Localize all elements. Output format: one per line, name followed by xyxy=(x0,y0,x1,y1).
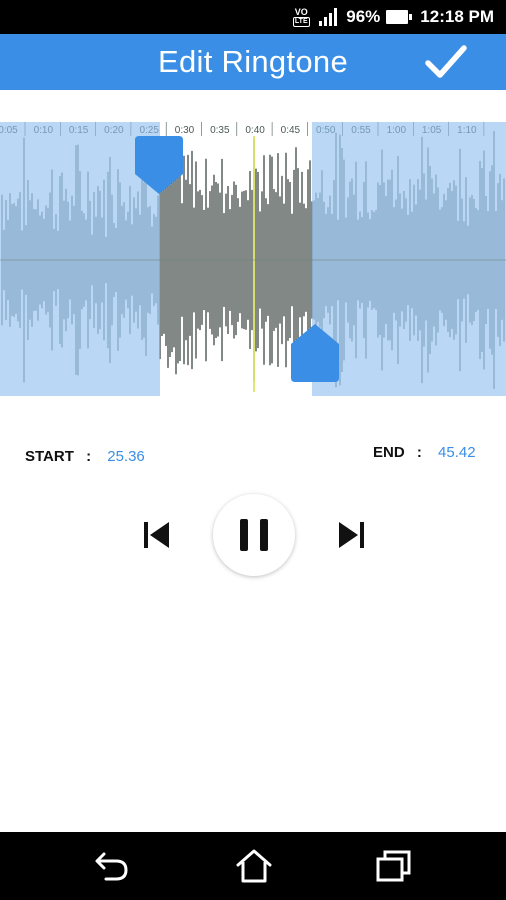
lte-text: LTE xyxy=(292,17,310,27)
app-bar: Edit Ringtone xyxy=(0,34,506,90)
skip-previous-icon[interactable] xyxy=(142,519,172,551)
pause-icon-bar-right xyxy=(260,519,268,551)
end-handle[interactable] xyxy=(289,322,341,382)
start-handle[interactable] xyxy=(133,136,185,196)
waveform[interactable]: 0:050:100:150:200:250:300:350:400:450:50… xyxy=(0,122,506,396)
end-colon: : xyxy=(416,444,422,461)
back-icon[interactable] xyxy=(92,848,132,884)
volte-text: VO xyxy=(294,7,308,17)
battery-icon xyxy=(386,10,413,24)
timeline-tick-label: 0:40 xyxy=(245,125,265,136)
volte-icon: VO LTE xyxy=(290,5,312,29)
recents-icon[interactable] xyxy=(374,848,414,884)
start-colon: : xyxy=(86,448,92,465)
signal-icon xyxy=(319,8,338,26)
clock: 12:18 PM xyxy=(420,7,494,26)
pause-icon-bar-left xyxy=(240,519,248,551)
timeline-tick-label: 0:30 xyxy=(175,125,195,136)
start-row: START : 25.36 xyxy=(25,448,145,465)
timeline-tick-label: 0:45 xyxy=(281,125,301,136)
navigation-bar xyxy=(0,832,506,900)
start-label: START xyxy=(25,448,74,465)
battery-percent: 96% xyxy=(346,7,381,26)
skip-next-icon[interactable] xyxy=(336,519,366,551)
check-icon[interactable] xyxy=(424,42,468,82)
start-value[interactable]: 25.36 xyxy=(107,448,145,465)
timeline-tick-label: 0:35 xyxy=(210,125,230,136)
status-bar: VO LTE 96% 12:18 PM xyxy=(0,0,506,34)
status-icons: VO LTE 96% 12:18 PM xyxy=(290,0,494,34)
unselected-mask-right xyxy=(312,122,506,396)
home-icon[interactable] xyxy=(234,848,274,884)
end-label: END xyxy=(373,444,405,461)
end-row: END : 45.42 xyxy=(373,444,476,461)
waveform-editor[interactable]: 0:050:100:150:200:250:300:350:400:450:50… xyxy=(0,122,506,396)
end-value[interactable]: 45.42 xyxy=(438,444,476,461)
pause-button[interactable] xyxy=(213,494,295,576)
